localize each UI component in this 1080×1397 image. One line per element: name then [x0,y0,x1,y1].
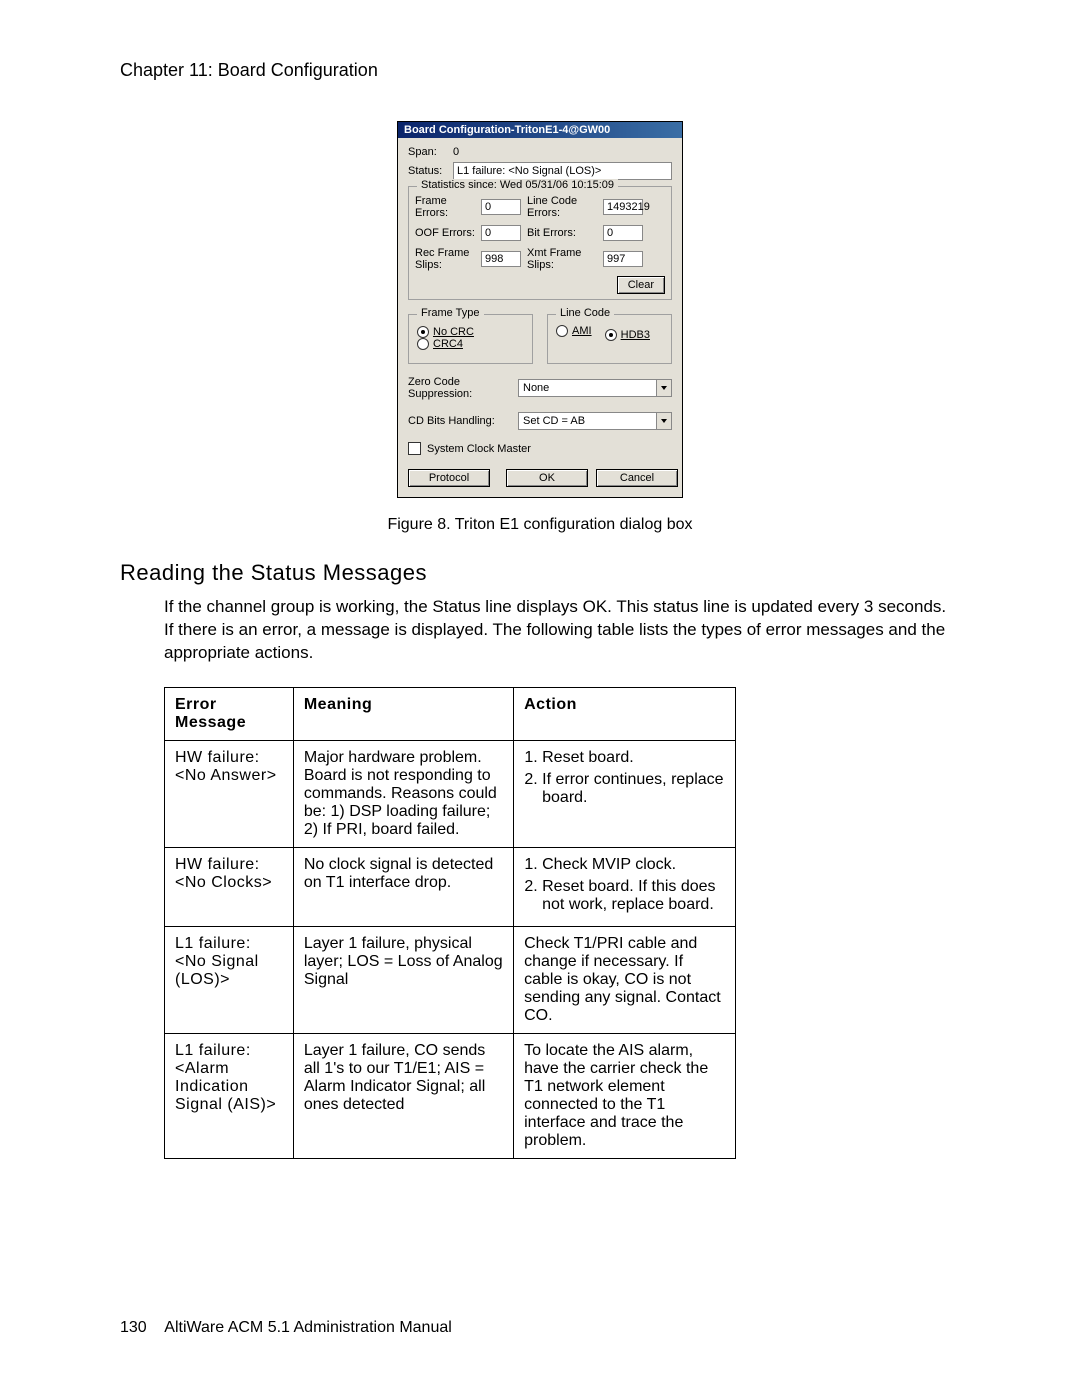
cell-error-message: L1 failure: <No Signal (LOS)> [165,926,294,1033]
zero-code-label: Zero Code Suppression: [408,376,518,400]
dialog-title: Board Configuration-TritonE1-4@GW00 [398,122,682,138]
cell-meaning: Layer 1 failure, CO sends all 1's to our… [293,1033,513,1158]
status-label: Status: [408,165,453,177]
chapter-header: Chapter 11: Board Configuration [120,60,960,81]
line-code-group: Line Code AMI HDB3 [547,314,672,364]
status-value: L1 failure: <No Signal (LOS)> [453,162,672,180]
cell-error-message: HW failure: <No Clocks> [165,847,294,926]
cell-action: To locate the AIS alarm, have the carrie… [514,1033,736,1158]
statistics-group: Statistics since: Wed 05/31/06 10:15:09 … [408,186,672,300]
protocol-button[interactable]: Protocol [408,469,490,487]
page-number: 130 [120,1319,147,1337]
section-body: If the channel group is working, the Sta… [164,596,960,665]
cell-action: Reset board. If error continues, replace … [514,740,736,847]
radio-ami[interactable]: AMI [556,325,592,337]
system-clock-checkbox[interactable] [408,442,421,455]
bit-errors-value: 0 [603,225,643,241]
error-messages-table: Error Message Meaning Action HW failure:… [164,687,736,1159]
table-row: HW failure: <No Answer>Major hardware pr… [165,740,736,847]
list-item: Reset board. [542,749,725,767]
th-meaning: Meaning [293,687,513,740]
list-item: Reset board. If this does not work, repl… [542,878,725,914]
cell-meaning: No clock signal is detected on T1 interf… [293,847,513,926]
radio-hdb3[interactable]: HDB3 [605,329,650,341]
board-config-dialog: Board Configuration-TritonE1-4@GW00 Span… [397,121,683,498]
table-row: HW failure: <No Clocks>No clock signal i… [165,847,736,926]
oof-errors-value: 0 [481,225,521,241]
ok-button[interactable]: OK [506,469,588,487]
cell-action: Check T1/PRI cable and change if necessa… [514,926,736,1033]
span-label: Span: [408,146,453,158]
frame-type-legend: Frame Type [417,307,484,319]
radio-no-crc[interactable]: No CRC [417,326,474,338]
span-value: 0 [453,146,459,158]
bit-errors-label: Bit Errors: [527,227,597,239]
oof-errors-label: OOF Errors: [415,227,475,239]
table-row: L1 failure: <No Signal (LOS)>Layer 1 fai… [165,926,736,1033]
list-item: If error continues, replace board. [542,771,725,807]
cell-meaning: Major hardware problem. Board is not res… [293,740,513,847]
system-clock-label: System Clock Master [427,443,531,455]
th-action: Action [514,687,736,740]
xmt-frame-slips-label: Xmt Frame Slips: [527,247,597,271]
rec-frame-slips-label: Rec Frame Slips: [415,247,475,271]
cell-action: Check MVIP clock. Reset board. If this do… [514,847,736,926]
th-error-message: Error Message [165,687,294,740]
manual-title: AltiWare ACM 5.1 Administration Manual [164,1319,452,1336]
list-item: Check MVIP clock. [542,856,725,874]
cancel-button[interactable]: Cancel [596,469,678,487]
frame-errors-value: 0 [481,199,521,215]
rec-frame-slips-value: 998 [481,251,521,267]
cell-meaning: Layer 1 failure, physical layer; LOS = L… [293,926,513,1033]
cd-bits-select[interactable]: Set CD = AB [518,412,672,430]
line-code-legend: Line Code [556,307,614,319]
line-code-errors-label: Line Code Errors: [527,195,597,219]
clear-button[interactable]: Clear [617,276,665,294]
frame-errors-label: Frame Errors: [415,195,475,219]
line-code-errors-value: 1493219 [603,199,643,215]
xmt-frame-slips-value: 997 [603,251,643,267]
zero-code-select[interactable]: None [518,379,672,397]
cell-error-message: HW failure: <No Answer> [165,740,294,847]
frame-type-group: Frame Type No CRC CRC4 [408,314,533,364]
section-heading: Reading the Status Messages [120,560,960,586]
statistics-legend: Statistics since: Wed 05/31/06 10:15:09 [417,179,618,191]
cell-error-message: L1 failure: <Alarm Indication Signal (AI… [165,1033,294,1158]
radio-crc4[interactable]: CRC4 [417,338,463,350]
cd-bits-label: CD Bits Handling: [408,415,518,427]
chevron-down-icon [656,380,671,396]
table-row: L1 failure: <Alarm Indication Signal (AI… [165,1033,736,1158]
chevron-down-icon [656,413,671,429]
figure-caption: Figure 8. Triton E1 configuration dialog… [120,516,960,534]
page-footer: 130 AltiWare ACM 5.1 Administration Manu… [120,1319,452,1337]
